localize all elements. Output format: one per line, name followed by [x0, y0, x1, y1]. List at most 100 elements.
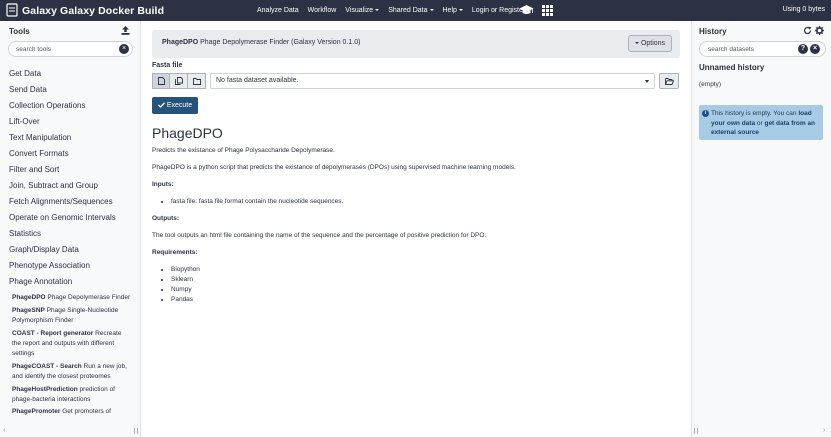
tool-name: PhageSNP	[12, 307, 45, 314]
tool-name: PhageHostPrediction	[12, 386, 78, 393]
file-icon	[157, 77, 165, 85]
help-inputs-list: fasta file: fasta file format contain th…	[171, 197, 672, 207]
brand-title[interactable]: Galaxy Galaxy Docker Build	[22, 5, 164, 17]
dataset-collection-button[interactable]	[188, 73, 206, 89]
graduation-cap-icon[interactable]	[519, 4, 534, 16]
tool-section[interactable]: Filter and Sort	[9, 164, 137, 180]
caret-down-icon	[375, 9, 380, 12]
clear-search-icon[interactable]: ×	[119, 44, 129, 54]
tool-panel-title: Tools	[9, 27, 30, 36]
nav-visualize[interactable]: Visualize	[345, 7, 380, 14]
list-item: fasta file: fasta file format contain th…	[171, 197, 672, 207]
history-name[interactable]: Unnamed history	[699, 63, 764, 72]
tool-form-header: PhageDPO Phage Depolymerase Finder (Gala…	[152, 30, 680, 58]
nav-label: Help	[442, 7, 457, 14]
nav-workflow[interactable]: Workflow	[308, 7, 337, 14]
nav-login-register[interactable]: Login or Register	[472, 7, 525, 14]
list-item: Biopython	[171, 265, 672, 275]
folder-icon	[192, 77, 201, 85]
list-item: Numpy	[171, 285, 672, 295]
tool-section[interactable]: Collection Operations	[9, 100, 137, 116]
caret-down-icon	[634, 42, 639, 45]
search-placeholder: search tools	[16, 45, 52, 53]
tool-sections: Get Data Send Data Collection Operations…	[9, 68, 137, 292]
upload-icon[interactable]	[121, 26, 130, 35]
center-panel: PhageDPO Phage Depolymerase Finder (Gala…	[141, 21, 691, 437]
help-requirements-label: Requirements:	[152, 249, 198, 256]
help-icon[interactable]: ?	[798, 44, 808, 54]
grid-icon[interactable]	[542, 5, 553, 16]
scroll-right-icon[interactable]: ›	[823, 427, 829, 435]
tool-name: PhagePromoter	[12, 408, 61, 415]
tool-section[interactable]: Statistics	[9, 228, 137, 244]
nav-analyze-data[interactable]: Analyze Data	[257, 7, 299, 14]
empty-history-message: i This history is empty. You can load yo…	[699, 105, 823, 140]
fasta-file-label: Fasta file	[152, 62, 183, 69]
top-navbar: Galaxy Galaxy Docker Build Analyze Data …	[0, 0, 831, 21]
nav-label: Login or Register	[471, 7, 526, 14]
nav-label: Visualize	[345, 7, 374, 14]
tool-desc: Phage Depolymerase Finder	[45, 294, 131, 301]
tool-link-phagesnp[interactable]: PhageSNP Phage Single-Nucleotide Polymor…	[12, 306, 132, 326]
select-value: No fasta dataset available.	[216, 77, 299, 84]
nav-shared-data[interactable]: Shared Data	[388, 7, 434, 14]
multiple-datasets-button[interactable]	[170, 73, 188, 89]
help-outputs-label: Outputs:	[152, 215, 180, 222]
help-title: PhageDPO	[152, 125, 223, 141]
caret-down-icon	[645, 80, 649, 83]
usage-indicator[interactable]: Using 0 bytes	[783, 6, 825, 13]
browse-datasets-button[interactable]	[659, 73, 679, 89]
help-intro: PhageDPO is a python script that predict…	[152, 164, 516, 171]
tool-name: PhageDPO	[12, 294, 46, 301]
help-inputs-label: Inputs:	[152, 181, 174, 188]
help-outputs-text: The tool outputs an html file containing…	[152, 232, 487, 239]
tool-link-phagecoast-search[interactable]: PhageCOAST - Search Run a new job, and i…	[12, 362, 132, 382]
refresh-icon[interactable]	[803, 26, 812, 35]
tool-section[interactable]: Convert Formats	[9, 148, 137, 164]
clear-search-icon[interactable]: ×	[810, 44, 820, 54]
tool-help: PhageDPO Predicts the existance of Phage…	[152, 125, 672, 312]
list-item: Pandas	[171, 295, 672, 305]
history-size: (empty)	[699, 81, 722, 88]
tool-panel: Tools search tools × Get Data Send Data …	[0, 21, 141, 437]
tool-link-coast-report[interactable]: COAST - Report generator Recreate the re…	[12, 329, 132, 359]
tool-section[interactable]: Graph/Display Data	[9, 244, 137, 260]
list-item: Sklearn	[171, 275, 672, 285]
execute-button[interactable]: Execute	[152, 97, 198, 114]
tool-section[interactable]: Get Data	[9, 68, 137, 84]
right-resize-handle[interactable]	[694, 428, 698, 434]
tool-link-phagedpo[interactable]: PhageDPO Phage Depolymerase Finder	[12, 293, 132, 303]
info-icon: i	[702, 110, 709, 117]
single-dataset-button[interactable]	[152, 73, 170, 89]
galaxy-logo-icon[interactable]	[6, 3, 18, 17]
tool-section[interactable]: Text Manipulation	[9, 132, 137, 148]
check-icon	[157, 101, 165, 108]
fasta-file-select[interactable]: No fasta dataset available.	[210, 73, 655, 89]
folder-open-icon	[664, 77, 674, 85]
tool-section[interactable]: Phenotype Association	[9, 260, 137, 276]
tool-section[interactable]: Fetch Alignments/Sequences	[9, 196, 137, 212]
nav-menu: Analyze Data Workflow Visualize Shared D…	[257, 0, 534, 21]
execute-label: Execute	[166, 102, 193, 109]
help-summary: Predicts the existance of Phage Polysacc…	[152, 147, 335, 154]
options-button[interactable]: Options	[628, 35, 672, 52]
nav-help[interactable]: Help	[443, 7, 463, 14]
scroll-left-icon[interactable]: ‹	[3, 427, 9, 435]
history-panel: History search datasets ? × Unnamed hist…	[691, 21, 831, 437]
tool-section[interactable]: Send Data	[9, 84, 137, 100]
info-text: This history is empty. You can	[711, 110, 799, 117]
left-resize-handle[interactable]	[134, 428, 138, 434]
history-panel-title: History	[699, 27, 727, 36]
tool-section[interactable]: Lift-Over	[9, 116, 137, 132]
tool-search-input[interactable]: search tools	[8, 41, 133, 57]
tool-section[interactable]: Operate on Genomic Intervals	[9, 212, 137, 228]
gear-icon[interactable]	[815, 26, 824, 35]
tool-section[interactable]: Phage Annotation	[9, 276, 137, 292]
tool-link-phagepromoter[interactable]: PhagePromoter Get promoters of	[12, 407, 132, 415]
tool-section[interactable]: Join, Subtract and Group	[9, 180, 137, 196]
nav-label: Shared Data	[388, 7, 428, 14]
input-mode-buttons	[152, 73, 206, 89]
history-icons	[803, 26, 824, 35]
tool-link-phagehostprediction[interactable]: PhageHostPrediction prediction of phage-…	[12, 385, 132, 405]
tool-name: PhageCOAST - Search	[12, 363, 82, 370]
